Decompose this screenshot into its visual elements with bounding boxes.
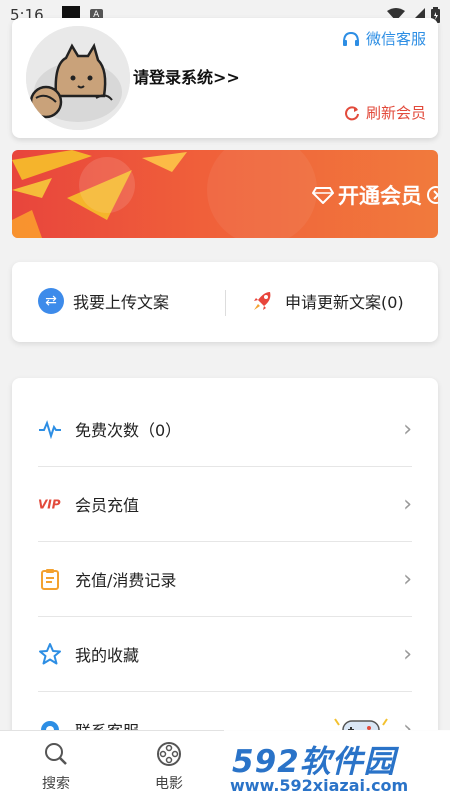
upload-label: 我要上传文案: [73, 293, 170, 312]
upload-card: ⇄ 我要上传文案 申请更新文案(0): [12, 262, 438, 342]
menu-item-label: 我的收藏: [75, 646, 140, 665]
chevron-right-icon: ›: [403, 641, 412, 667]
menu-item-free-count[interactable]: 免费次数（0） ›: [38, 392, 412, 467]
chevron-circle-icon: [427, 186, 438, 204]
menu-item-label: 免费次数（0）: [75, 421, 182, 440]
diamond-icon: [312, 187, 334, 204]
menu-item-label: 会员充值: [75, 496, 140, 515]
vip-banner[interactable]: 开通会员: [12, 150, 438, 238]
search-icon: [45, 743, 67, 765]
menu-item-label: 充值/消费记录: [75, 571, 177, 590]
request-update-button[interactable]: 申请更新文案(0): [250, 288, 404, 314]
banner-text: 开通会员: [338, 184, 422, 208]
watermark-brand: 592软件园: [232, 744, 396, 780]
banner-title: 开通会员: [312, 180, 438, 210]
chevron-right-icon: ›: [403, 416, 412, 442]
request-label: 申请更新文案(0): [285, 293, 404, 312]
menu-item-records[interactable]: 充值/消费记录 ›: [38, 542, 412, 617]
menu-item-favorites[interactable]: 我的收藏 ›: [38, 617, 412, 692]
login-prompt[interactable]: 请登录系统>>: [133, 64, 240, 88]
nav-label: 电影: [155, 776, 183, 792]
rocket-icon: [254, 292, 271, 310]
refresh-label: 刷新会员: [365, 104, 426, 122]
headset-icon: [342, 31, 359, 46]
service-label: 微信客服: [365, 30, 426, 48]
upload-divider: [225, 290, 226, 316]
swap-icon: ⇄: [38, 288, 64, 314]
chevron-right-icon: ›: [403, 566, 412, 592]
film-reel-icon: [157, 742, 181, 766]
pulse-icon: [38, 417, 62, 441]
nav-item-search[interactable]: 搜索: [26, 741, 86, 793]
star-icon: [38, 642, 62, 666]
cat-avatar-icon: [26, 26, 130, 130]
refresh-membership-link[interactable]: 刷新会员: [344, 102, 426, 123]
wechat-service-link[interactable]: 微信客服: [342, 28, 426, 49]
upload-copy-button[interactable]: ⇄ 我要上传文案: [38, 288, 169, 314]
nav-item-movie[interactable]: 电影: [139, 741, 199, 793]
chevron-right-icon: ›: [403, 491, 412, 517]
avatar[interactable]: [26, 26, 130, 130]
menu-item-vip-recharge[interactable]: VIP 会员充值 ›: [38, 467, 412, 542]
vip-icon: VIP: [38, 492, 62, 516]
svg-text:VIP: VIP: [38, 498, 61, 512]
nav-label: 搜索: [42, 776, 70, 792]
watermark: 592软件园 www.592xiazai.com: [224, 730, 450, 800]
watermark-url: www.592xiazai.com: [230, 776, 409, 795]
refresh-icon: [345, 105, 359, 120]
profile-card: 请登录系统>> 微信客服 刷新会员: [12, 18, 438, 138]
clipboard-icon: [38, 567, 62, 591]
